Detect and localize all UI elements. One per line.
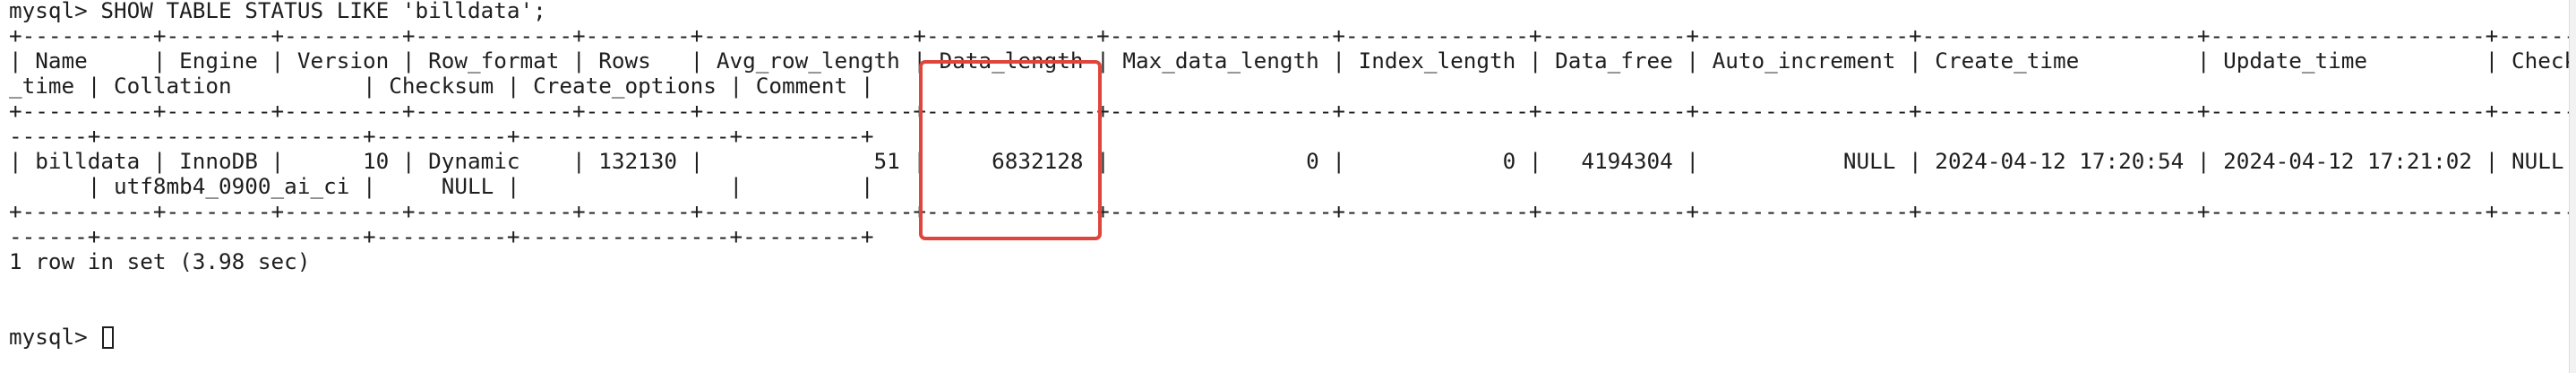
- table-row-line-2: | utf8mb4_0900_ai_ci | NULL | | |: [9, 173, 874, 199]
- terminal-window[interactable]: mysql> SHOW TABLE STATUS LIKE 'billdata'…: [0, 0, 2576, 373]
- result-summary: 1 row in set (3.98 sec): [9, 248, 311, 274]
- table-border-bottom: +----------+--------+---------+---------…: [9, 198, 2576, 224]
- table-border-header-tail: ------+--------------------+----------+-…: [9, 123, 874, 149]
- text-cursor: [102, 326, 115, 349]
- prompt-text: mysql>: [9, 324, 101, 350]
- table-header-line-1: | Name | Engine | Version | Row_format |…: [9, 48, 2576, 74]
- table-border-top: +----------+--------+---------+---------…: [9, 22, 2576, 48]
- table-row-line-1: | billdata | InnoDB | 10 | Dynamic | 132…: [9, 148, 2564, 174]
- scrollbar[interactable]: [2569, 0, 2576, 373]
- table-border-bottom-tail: ------+--------------------+----------+-…: [9, 223, 874, 249]
- table-border-header: +----------+--------+---------+---------…: [9, 98, 2576, 124]
- table-header-line-2: _time | Collation | Checksum | Create_op…: [9, 73, 874, 99]
- data-length-highlight-box: [919, 60, 1102, 240]
- command-line: mysql> SHOW TABLE STATUS LIKE 'billdata'…: [9, 0, 546, 23]
- prompt-line[interactable]: mysql>: [9, 324, 115, 350]
